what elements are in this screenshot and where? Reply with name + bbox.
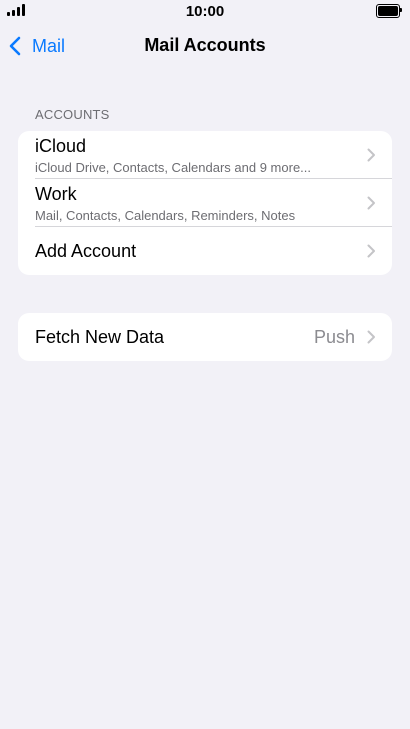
battery-icon: [376, 4, 402, 18]
fetch-new-data-value: Push: [313, 327, 355, 347]
account-row-work[interactable]: Work Mail, Contacts, Calendars, Reminder…: [18, 179, 392, 227]
navigation-bar: Mail Mail Accounts: [0, 22, 410, 70]
section-header-accounts: ACCOUNTS: [35, 107, 110, 122]
chevron-right-icon: [367, 330, 375, 344]
fetch-new-data-label: Fetch New Data: [35, 327, 165, 347]
add-account-label: Add Account: [35, 241, 137, 261]
fetch-new-data-row[interactable]: Fetch New Data Push: [18, 313, 392, 361]
chevron-right-icon: [367, 148, 375, 162]
account-row-icloud[interactable]: iCloud iCloud Drive, Contacts, Calendars…: [18, 131, 392, 179]
fetch-settings-list: Fetch New Data Push: [18, 313, 392, 361]
accounts-list: iCloud iCloud Drive, Contacts, Calendars…: [18, 131, 392, 275]
page-title: Mail Accounts: [144, 35, 266, 55]
status-bar: 10:00: [0, 0, 410, 22]
account-subtitle: iCloud Drive, Contacts, Calendars and 9 …: [35, 160, 312, 175]
add-account-row[interactable]: Add Account: [18, 227, 392, 275]
chevron-right-icon: [367, 244, 375, 258]
status-time: 10:00: [185, 3, 225, 20]
account-title: iCloud: [35, 136, 87, 156]
account-subtitle: Mail, Contacts, Calendars, Reminders, No…: [35, 208, 296, 223]
account-title: Work: [35, 184, 77, 204]
chevron-right-icon: [367, 196, 375, 210]
